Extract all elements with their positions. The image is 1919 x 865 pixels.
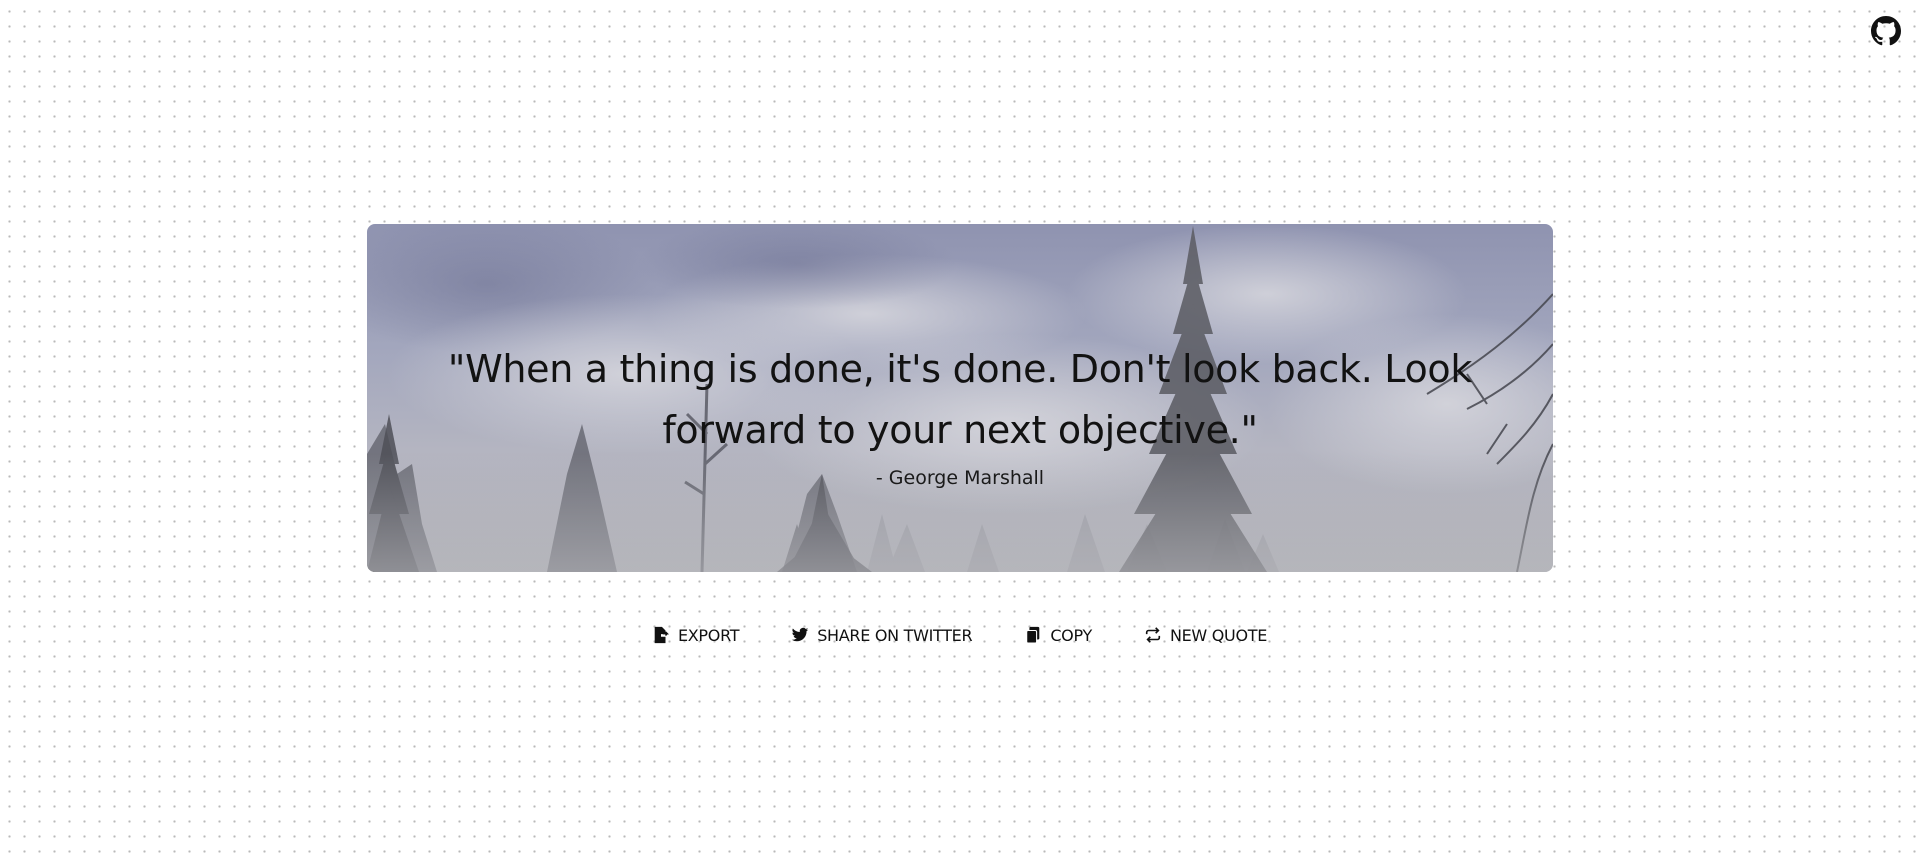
quote-author: - George Marshall	[875, 467, 1045, 489]
github-icon	[1871, 16, 1901, 46]
twitter-label: SHARE ON TWITTER	[817, 625, 973, 645]
new-quote-label: NEW QUOTE	[1169, 625, 1268, 645]
copy-button[interactable]: COPY	[1024, 626, 1092, 645]
new-quote-button[interactable]: NEW QUOTE	[1144, 626, 1267, 645]
export-button[interactable]: EXPORT	[652, 625, 740, 645]
quote-content: "When a thing is done, it's done. Don't …	[367, 224, 1553, 572]
twitter-icon	[791, 626, 809, 644]
export-label: EXPORT	[677, 625, 740, 645]
copy-icon	[1024, 626, 1042, 644]
share-twitter-button[interactable]: SHARE ON TWITTER	[791, 625, 973, 645]
quote-card: "When a thing is done, it's done. Don't …	[367, 224, 1553, 572]
action-bar: EXPORT SHARE ON TWITTER COPY NEW QUOTE	[0, 620, 1919, 650]
github-link[interactable]	[1871, 16, 1901, 46]
quote-text: "When a thing is done, it's done. Don't …	[447, 347, 1473, 452]
file-export-icon	[652, 626, 670, 644]
copy-label: COPY	[1050, 625, 1092, 645]
repeat-icon	[1144, 626, 1162, 644]
